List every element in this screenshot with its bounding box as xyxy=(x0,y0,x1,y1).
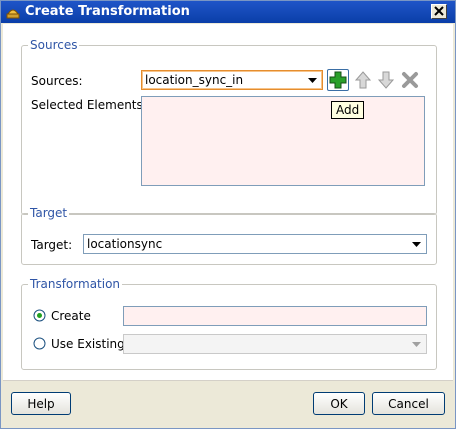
create-label: Create xyxy=(51,309,91,323)
add-button[interactable] xyxy=(327,69,349,91)
target-legend: Target xyxy=(28,206,70,220)
target-value: locationsync xyxy=(87,237,163,251)
sources-select[interactable]: location_sync_in xyxy=(141,70,323,90)
app-icon xyxy=(5,4,21,20)
chevron-down-icon xyxy=(412,242,421,247)
dialog-window: Create Transformation Sources Sources: l… xyxy=(0,0,456,429)
move-down-button[interactable] xyxy=(375,69,397,91)
title-bar[interactable]: Create Transformation xyxy=(1,1,455,23)
remove-button[interactable] xyxy=(399,69,421,91)
chevron-down-icon xyxy=(412,342,421,347)
close-icon xyxy=(434,6,444,16)
sources-legend: Sources xyxy=(28,38,80,52)
create-name-input[interactable] xyxy=(123,306,427,326)
close-button[interactable] xyxy=(431,4,447,19)
create-radio[interactable] xyxy=(33,309,46,322)
sources-value: location_sync_in xyxy=(145,73,244,87)
use-existing-select[interactable] xyxy=(123,334,427,354)
add-tooltip: Add xyxy=(331,101,365,119)
move-up-button[interactable] xyxy=(352,69,374,91)
remove-icon xyxy=(402,72,418,88)
use-existing-radio[interactable] xyxy=(33,337,46,350)
selected-elements-label: Selected Elements: xyxy=(31,98,147,112)
ok-button[interactable]: OK xyxy=(313,392,365,415)
cancel-button[interactable]: Cancel xyxy=(372,392,445,415)
dialog-content: Sources Sources: location_sync_in Select… xyxy=(3,24,453,426)
window-title: Create Transformation xyxy=(25,4,190,19)
target-label: Target: xyxy=(31,238,73,252)
transformation-legend: Transformation xyxy=(28,277,123,291)
use-existing-label: Use Existing xyxy=(51,337,125,351)
plus-icon xyxy=(329,71,347,89)
target-select[interactable]: locationsync xyxy=(83,234,427,254)
help-button[interactable]: Help xyxy=(11,392,71,415)
selected-elements-list[interactable] xyxy=(141,96,425,186)
chevron-down-icon xyxy=(308,78,317,83)
arrow-down-icon xyxy=(377,71,395,89)
sources-label: Sources: xyxy=(31,74,83,88)
transformation-group: Transformation xyxy=(21,277,437,370)
arrow-up-icon xyxy=(354,71,372,89)
dialog-footer: Help OK Cancel xyxy=(3,381,453,426)
